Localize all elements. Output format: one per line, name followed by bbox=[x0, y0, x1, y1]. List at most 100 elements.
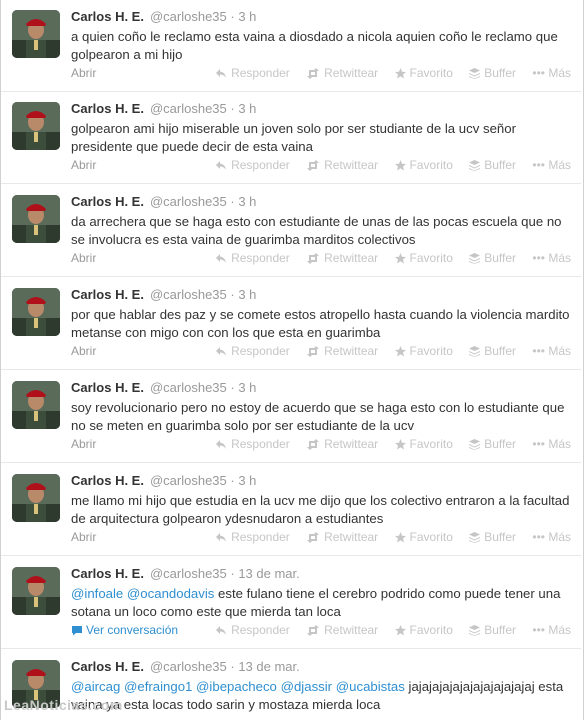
tweet-item[interactable]: Carlos H. E. @carloshe35 · 3 h a quien co… bbox=[1, 0, 581, 92]
reply-button[interactable]: Responder bbox=[215, 623, 290, 637]
author-name[interactable]: Carlos H. E. bbox=[71, 9, 144, 24]
reply-icon bbox=[216, 69, 227, 78]
author-handle[interactable]: @carloshe35 bbox=[150, 659, 227, 674]
tweet-header: Carlos H. E. @carloshe35 · 3 h bbox=[71, 473, 256, 488]
mention-link[interactable]: @ocandodavis bbox=[127, 586, 214, 601]
more-button[interactable]: ••• Más bbox=[532, 251, 571, 265]
retweet-icon bbox=[307, 625, 320, 636]
retweet-icon bbox=[307, 346, 320, 357]
retweet-button[interactable]: Retwittear bbox=[306, 344, 378, 358]
author-handle[interactable]: @carloshe35 bbox=[150, 9, 227, 24]
avatar[interactable] bbox=[12, 10, 60, 58]
buffer-button[interactable]: Buffer bbox=[469, 66, 516, 80]
author-handle[interactable]: @carloshe35 bbox=[150, 101, 227, 116]
author-name[interactable]: Carlos H. E. bbox=[71, 194, 144, 209]
mention-link[interactable]: @efraingo1 bbox=[124, 679, 192, 694]
author-name[interactable]: Carlos H. E. bbox=[71, 473, 144, 488]
author-name[interactable]: Carlos H. E. bbox=[71, 659, 144, 674]
favorite-button[interactable]: Favorito bbox=[394, 66, 453, 80]
tweet-item[interactable]: Carlos H. E. @carloshe35 · 3 h golpearon … bbox=[1, 92, 581, 184]
tweet-text: da arrechera que se haga esto con estudi… bbox=[71, 214, 562, 247]
buffer-button[interactable]: Buffer bbox=[469, 344, 516, 358]
mention-link[interactable]: @djassir bbox=[281, 679, 333, 694]
expand-link[interactable]: Abrir bbox=[71, 530, 96, 544]
more-button[interactable]: ••• Más bbox=[532, 158, 571, 172]
expand-link[interactable]: Abrir bbox=[71, 437, 96, 451]
favorite-button[interactable]: Favorito bbox=[394, 623, 453, 637]
expand-link[interactable]: Abrir bbox=[71, 344, 96, 358]
avatar[interactable] bbox=[12, 567, 60, 615]
retweet-button[interactable]: Retwittear bbox=[306, 623, 378, 637]
timestamp[interactable]: 3 h bbox=[238, 9, 256, 24]
retweet-button[interactable]: Retwittear bbox=[306, 437, 378, 451]
buffer-button[interactable]: Buffer bbox=[469, 251, 516, 265]
buffer-button[interactable]: Buffer bbox=[469, 530, 516, 544]
tweet-item[interactable]: Carlos H. E. @carloshe35 · 3 h soy revolu… bbox=[1, 371, 581, 463]
buffer-icon bbox=[469, 439, 481, 450]
more-button[interactable]: ••• Más bbox=[532, 344, 571, 358]
more-button[interactable]: ••• Más bbox=[532, 66, 571, 80]
mention-link[interactable]: @infoale bbox=[71, 586, 123, 601]
avatar[interactable] bbox=[12, 474, 60, 522]
buffer-button[interactable]: Buffer bbox=[469, 623, 516, 637]
retweet-button[interactable]: Retwittear bbox=[306, 66, 378, 80]
more-icon: ••• bbox=[532, 530, 545, 544]
author-handle[interactable]: @carloshe35 bbox=[150, 380, 227, 395]
tweet-item[interactable]: Carlos H. E. @carloshe35 · 3 h da arreche… bbox=[1, 185, 581, 277]
favorite-button[interactable]: Favorito bbox=[394, 437, 453, 451]
author-name[interactable]: Carlos H. E. bbox=[71, 101, 144, 116]
author-name[interactable]: Carlos H. E. bbox=[71, 380, 144, 395]
tweet-header: Carlos H. E. @carloshe35 · 3 h bbox=[71, 194, 256, 209]
favorite-button[interactable]: Favorito bbox=[394, 251, 453, 265]
timestamp[interactable]: 3 h bbox=[238, 101, 256, 116]
mention-link[interactable]: @ibepacheco bbox=[196, 679, 277, 694]
favorite-button[interactable]: Favorito bbox=[394, 158, 453, 172]
reply-label: Responder bbox=[231, 158, 290, 172]
avatar[interactable] bbox=[12, 102, 60, 150]
favorite-button[interactable]: Favorito bbox=[394, 530, 453, 544]
separator-dot: · bbox=[226, 194, 239, 209]
author-handle[interactable]: @carloshe35 bbox=[150, 287, 227, 302]
retweet-button[interactable]: Retwittear bbox=[306, 530, 378, 544]
mention-link[interactable]: @ucabistas bbox=[336, 679, 405, 694]
timestamp[interactable]: 3 h bbox=[238, 473, 256, 488]
buffer-label: Buffer bbox=[484, 437, 517, 451]
tweet-item[interactable]: Carlos H. E. @carloshe35 · 13 de mar. @in… bbox=[1, 557, 581, 649]
expand-link[interactable]: Abrir bbox=[71, 66, 96, 80]
author-handle[interactable]: @carloshe35 bbox=[150, 194, 227, 209]
timestamp[interactable]: 13 de mar. bbox=[238, 566, 299, 581]
reply-button[interactable]: Responder bbox=[215, 158, 290, 172]
timestamp[interactable]: 3 h bbox=[238, 287, 256, 302]
reply-button[interactable]: Responder bbox=[215, 344, 290, 358]
view-conversation-link[interactable]: Ver conversación bbox=[71, 623, 178, 637]
tweet-item[interactable]: Carlos H. E. @carloshe35 · 3 h por que ha… bbox=[1, 278, 581, 370]
author-handle[interactable]: @carloshe35 bbox=[150, 473, 227, 488]
buffer-button[interactable]: Buffer bbox=[469, 437, 516, 451]
tweet-item[interactable]: Carlos H. E. @carloshe35 · 3 h me llamo m… bbox=[1, 464, 581, 556]
reply-button[interactable]: Responder bbox=[215, 437, 290, 451]
avatar[interactable] bbox=[12, 195, 60, 243]
expand-link[interactable]: Abrir bbox=[71, 158, 96, 172]
retweet-icon bbox=[307, 439, 320, 450]
author-handle[interactable]: @carloshe35 bbox=[150, 566, 227, 581]
reply-button[interactable]: Responder bbox=[215, 530, 290, 544]
avatar[interactable] bbox=[12, 288, 60, 336]
retweet-button[interactable]: Retwittear bbox=[306, 251, 378, 265]
author-name[interactable]: Carlos H. E. bbox=[71, 287, 144, 302]
author-name[interactable]: Carlos H. E. bbox=[71, 566, 144, 581]
more-button[interactable]: ••• Más bbox=[532, 530, 571, 544]
more-button[interactable]: ••• Más bbox=[532, 437, 571, 451]
expand-link[interactable]: Abrir bbox=[71, 251, 96, 265]
buffer-button[interactable]: Buffer bbox=[469, 158, 516, 172]
reply-button[interactable]: Responder bbox=[215, 251, 290, 265]
favorite-button[interactable]: Favorito bbox=[394, 344, 453, 358]
tweet-actions: Responder Retwittear Favorito Buffer •••… bbox=[202, 66, 571, 80]
timestamp[interactable]: 3 h bbox=[238, 380, 256, 395]
timestamp[interactable]: 13 de mar. bbox=[238, 659, 299, 674]
more-button[interactable]: ••• Más bbox=[532, 623, 571, 637]
avatar[interactable] bbox=[12, 381, 60, 429]
timestamp[interactable]: 3 h bbox=[238, 194, 256, 209]
mention-link[interactable]: @aircag bbox=[71, 679, 120, 694]
reply-button[interactable]: Responder bbox=[215, 66, 290, 80]
retweet-button[interactable]: Retwittear bbox=[306, 158, 378, 172]
